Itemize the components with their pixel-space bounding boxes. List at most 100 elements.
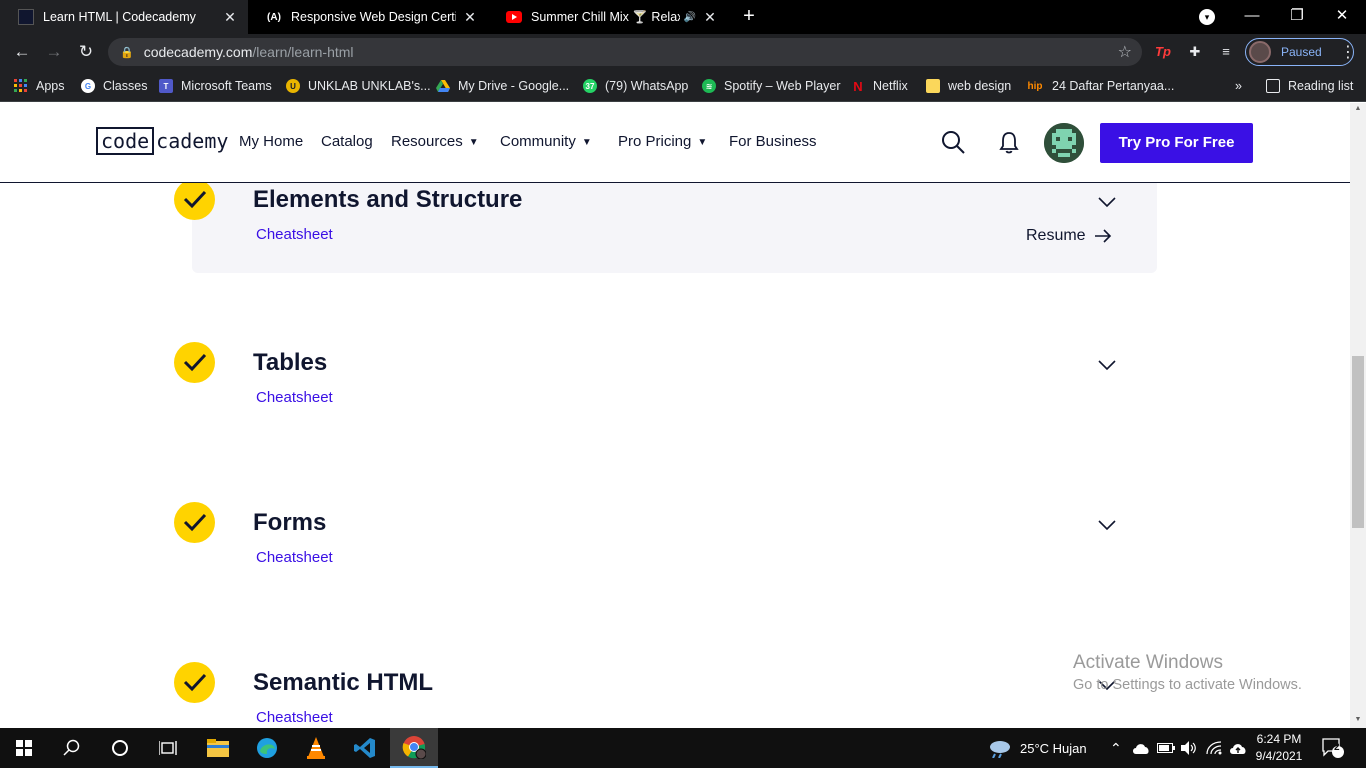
nav-for-business[interactable]: For Business [729,133,817,150]
bookmark-whatsapp[interactable]: 37 (79) WhatsApp [583,76,688,96]
vlc-icon[interactable] [292,728,340,768]
tab-responsive-web-design[interactable]: (A) Responsive Web Design Certifica ✕ [248,0,488,34]
tab-search-icon[interactable]: ▾ [1199,9,1215,25]
bookmark-label: Apps [36,79,65,93]
system-clock[interactable]: 6:24 PM 9/4/2021 [1250,731,1308,765]
completed-check-icon [174,179,215,220]
cloud-upload-icon[interactable] [1229,728,1247,768]
back-arrow-icon[interactable]: ← [10,40,34,64]
wifi-icon[interactable] [1206,728,1222,768]
nav-community[interactable]: Community ▼ [500,133,592,150]
minimize-button[interactable]: — [1230,0,1274,34]
maximize-button[interactable]: ❐ [1275,0,1319,34]
notification-count: 2 [1334,742,1340,753]
bookmark-classes[interactable]: G Classes [81,76,147,96]
bookmark-microsoft-teams[interactable]: T Microsoft Teams [159,76,272,96]
bookmark-unklab[interactable]: U UNKLAB UNKLAB's... [286,76,431,96]
bookmark-my-drive[interactable]: My Drive - Google... [436,76,569,96]
user-avatar[interactable] [1044,123,1084,163]
cheatsheet-link[interactable]: Cheatsheet [256,549,333,566]
close-icon[interactable]: ✕ [462,9,478,26]
task-view-icon[interactable] [144,728,192,768]
cortana-icon[interactable] [96,728,144,768]
search-icon[interactable] [940,129,966,155]
scrollbar-thumb[interactable] [1352,356,1364,528]
more-bookmarks-button[interactable]: » [1235,76,1242,96]
profile-status: Paused [1281,45,1322,59]
cheatsheet-link[interactable]: Cheatsheet [256,709,333,726]
resume-button[interactable]: Resume [1026,227,1112,245]
chrome-menu-icon[interactable]: ⋮ [1340,42,1356,62]
close-icon[interactable]: ✕ [702,9,718,26]
scroll-up-icon[interactable]: ▲ [1354,105,1362,112]
bookmark-label: Netflix [873,79,908,93]
new-tab-button[interactable]: + [738,5,760,29]
bookmark-label: Spotify – Web Player [724,79,841,93]
module-title[interactable]: Tables [253,349,327,377]
extensions-puzzle-icon[interactable]: ✚ [1185,42,1205,62]
nav-label: Community [500,133,576,150]
caret-down-icon: ▼ [697,137,708,148]
bell-icon[interactable] [996,129,1022,155]
chevron-down-icon[interactable] [1098,359,1116,371]
profile-button[interactable]: Paused [1245,38,1354,66]
windows-start-icon[interactable] [0,728,48,768]
nav-pro-pricing[interactable]: Pro Pricing ▼ [618,133,707,150]
bookmark-daftar-pertanyaan[interactable]: hip 24 Daftar Pertanyaa... [1026,76,1175,96]
reload-icon[interactable]: ↻ [74,40,98,64]
codecademy-logo[interactable]: code cademy [96,127,228,155]
tab-summer-chill-mix[interactable]: Summer Chill Mix 🍸 Relaxin 🔊 ✕ [488,0,728,34]
tab-learn-html[interactable]: Learn HTML | Codecademy ✕ [0,0,248,34]
media-control-icon[interactable]: ≡ [1216,42,1236,62]
google-icon: G [81,79,95,93]
page-viewport: code cademy My Home Catalog Resources ▼ Co… [0,103,1366,728]
reading-list-label: Reading list [1288,79,1354,93]
try-pro-button[interactable]: Try Pro For Free [1100,123,1253,163]
bookmark-spotify[interactable]: ≋ Spotify – Web Player [702,76,841,96]
vscode-icon[interactable] [341,728,389,768]
bookmark-label: My Drive - Google... [458,79,570,93]
battery-icon[interactable] [1157,728,1175,768]
chevron-down-icon[interactable] [1098,196,1116,208]
bookmark-star-icon[interactable]: ☆ [1118,42,1132,62]
bookmark-netflix[interactable]: N Netflix [851,76,908,96]
notification-center-button[interactable]: 2 [1322,728,1344,768]
volume-icon[interactable] [1181,728,1197,768]
bookmark-label: Classes [103,79,148,93]
folder-icon [926,79,940,93]
address-bar[interactable]: 🔒 codecademy.com/learn/learn-html ☆ [108,38,1142,66]
module-title[interactable]: Semantic HTML [253,669,433,697]
nav-resources[interactable]: Resources ▼ [391,133,479,150]
tray-chevron-up-icon[interactable]: ⌃ [1110,728,1122,768]
file-explorer-icon[interactable] [194,728,242,768]
speaker-icon[interactable]: 🔊 [684,12,696,23]
module-title[interactable]: Elements and Structure [253,186,522,214]
bookmark-apps[interactable]: Apps [14,76,65,96]
nav-label: Pro Pricing [618,133,692,150]
tab-title: Responsive Web Design Certifica [291,10,456,24]
nav-catalog[interactable]: Catalog [321,133,373,150]
module-title[interactable]: Forms [253,509,326,537]
chrome-taskbar-icon[interactable] [390,728,438,768]
tp-extension-icon[interactable]: Tp [1153,42,1173,62]
window-close-button[interactable]: ✕ [1320,0,1364,34]
search-icon[interactable] [48,728,96,768]
bookmarks-bar: Apps G Classes T Microsoft Teams U UNKLA… [0,70,1366,102]
cheatsheet-link[interactable]: Cheatsheet [256,389,333,406]
onedrive-icon[interactable] [1132,728,1150,768]
lock-icon[interactable]: 🔒 [120,46,134,59]
forward-arrow-icon[interactable]: → [42,40,66,64]
youtube-favicon-icon [506,9,522,25]
close-icon[interactable]: ✕ [222,9,238,26]
bookmark-web-design[interactable]: web design [926,76,1011,96]
weather-widget[interactable]: 25°C Hujan [988,728,1087,768]
nav-my-home[interactable]: My Home [239,133,303,150]
chevron-down-icon[interactable] [1098,519,1116,531]
page-scrollbar[interactable]: ▲ ▼ [1350,103,1366,728]
scroll-down-icon[interactable]: ▼ [1354,716,1362,723]
cheatsheet-link[interactable]: Cheatsheet [256,226,333,243]
completed-check-icon [174,342,215,383]
edge-icon[interactable] [243,728,291,768]
arrow-right-icon [1094,229,1111,243]
reading-list-button[interactable]: Reading list [1266,76,1353,96]
